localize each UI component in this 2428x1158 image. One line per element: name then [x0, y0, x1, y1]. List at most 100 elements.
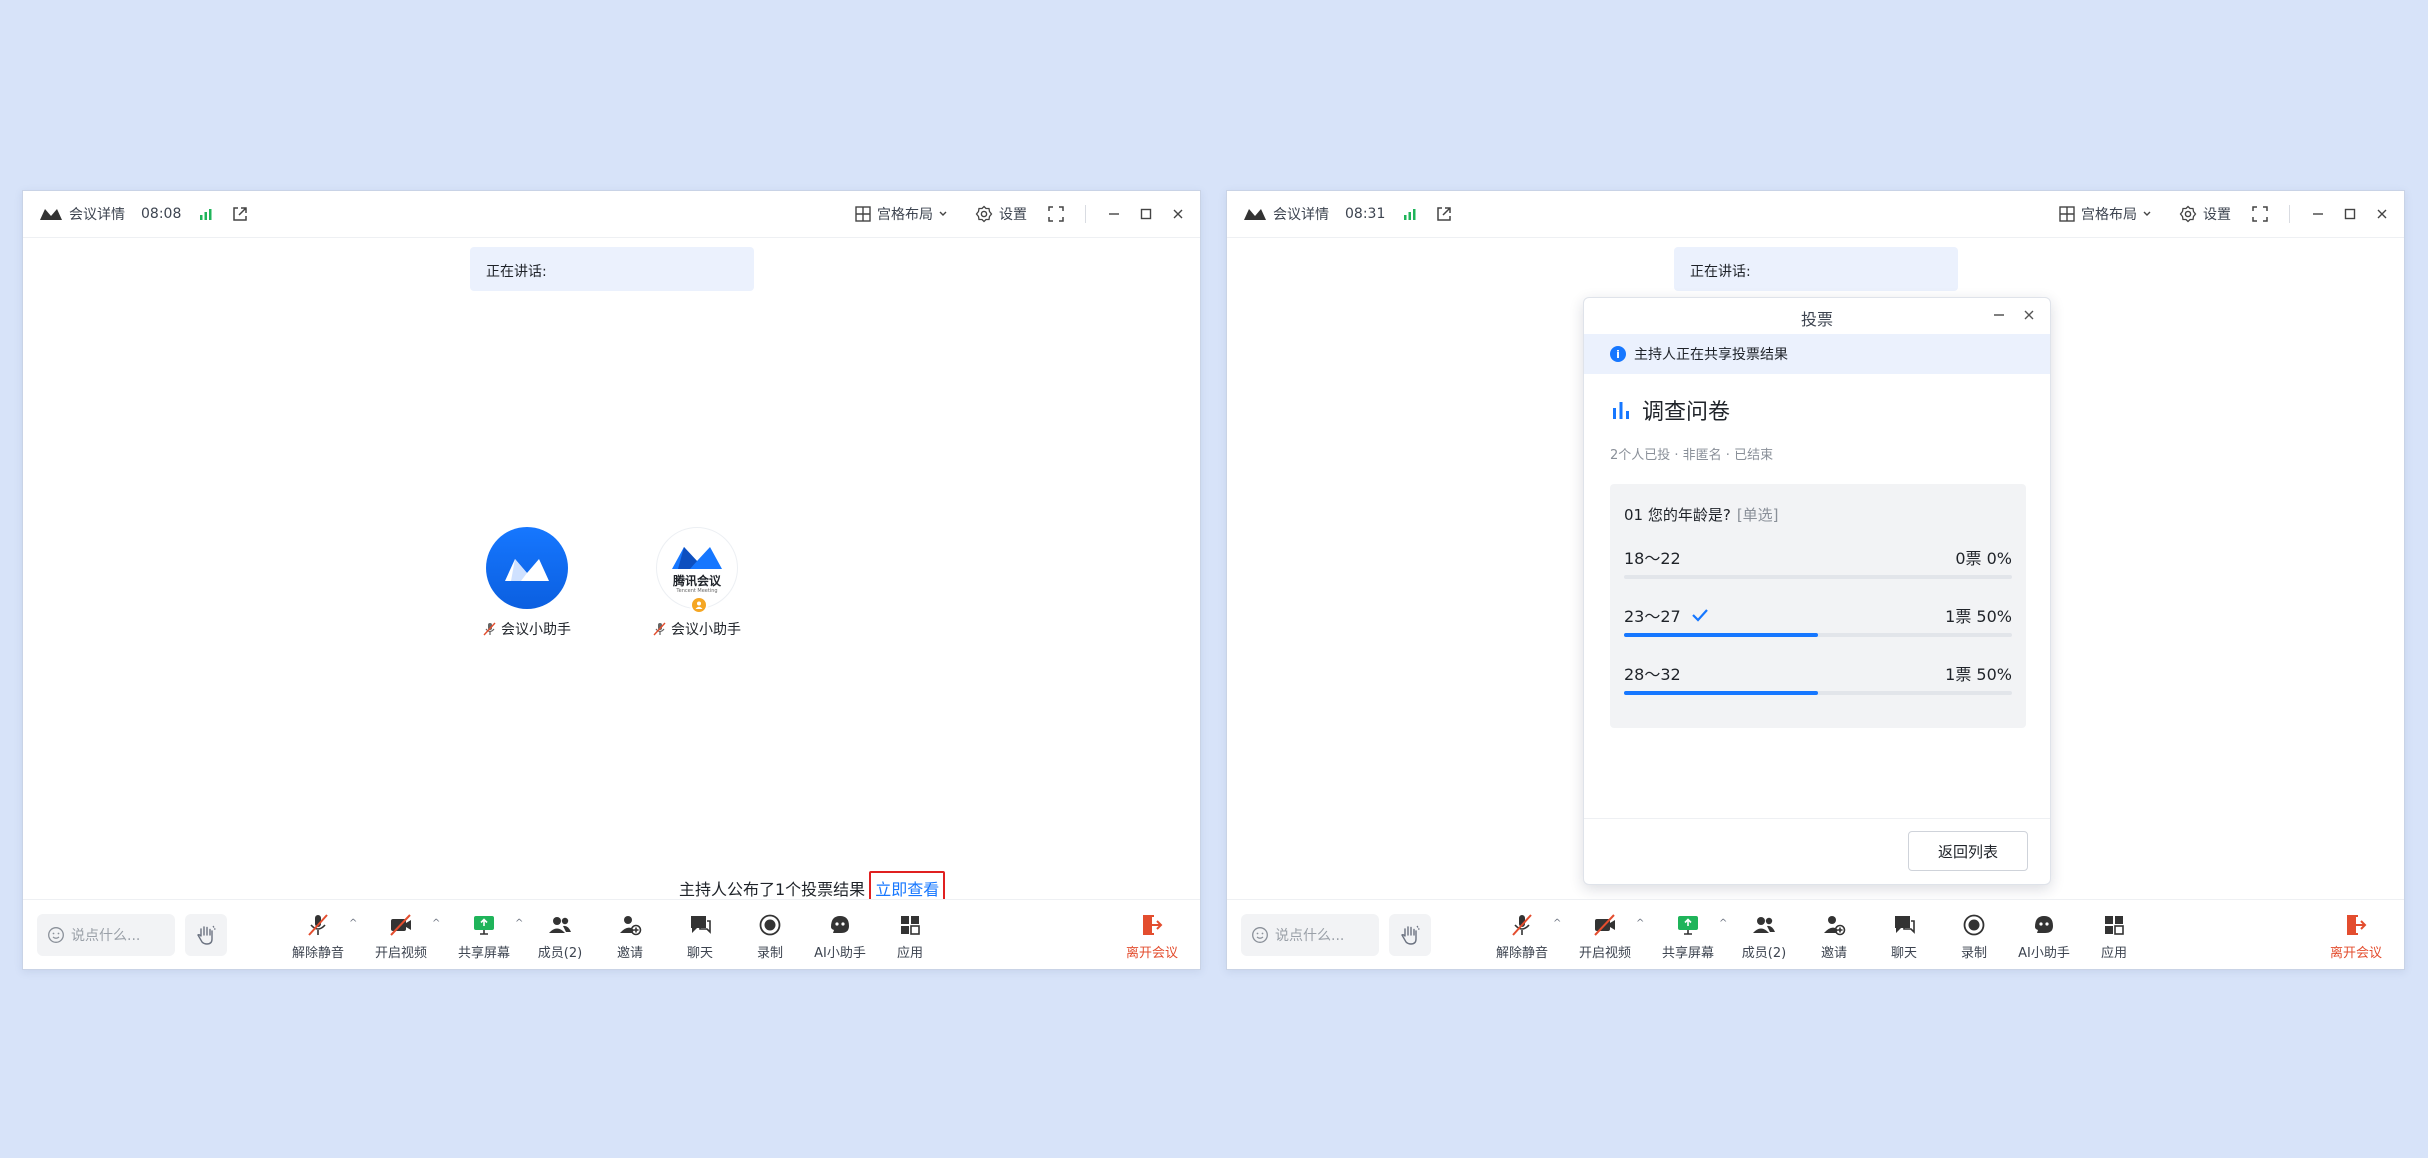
mic-muted-icon — [308, 914, 328, 936]
ai-assistant-icon — [831, 916, 849, 933]
chevron-up-icon[interactable]: ^ — [349, 918, 357, 929]
fullscreen-icon[interactable] — [2251, 205, 2269, 223]
close-icon[interactable] — [2020, 306, 2038, 324]
back-to-list-button[interactable]: 返回列表 — [1908, 831, 2028, 871]
sharing-notice: i 主持人正在共享投票结果 — [1584, 334, 2050, 374]
mic-muted-icon — [653, 622, 666, 636]
layout-button[interactable]: 宫格布局 — [855, 204, 955, 224]
maximize-button[interactable] — [1136, 204, 1156, 224]
fullscreen-icon[interactable] — [1047, 205, 1065, 223]
ai-assistant-button[interactable]: AI小助手 — [805, 912, 875, 961]
chevron-up-icon[interactable]: ^ — [432, 918, 440, 929]
layout-button[interactable]: 宫格布局 — [2059, 204, 2159, 224]
grid-layout-icon — [2059, 206, 2075, 222]
speaking-indicator: 正在讲话: — [470, 247, 754, 291]
share-screen-icon — [1678, 916, 1698, 935]
poll-footer: 返回列表 — [1584, 818, 2050, 884]
invite-icon — [1824, 916, 1846, 936]
settings-label: 设置 — [2203, 207, 2231, 223]
participant-tile[interactable]: 会议小助手 — [467, 527, 587, 640]
chat-button[interactable]: 聊天 — [665, 912, 735, 961]
members-button[interactable]: 成员(2) — [1729, 912, 1799, 961]
start-video-button[interactable]: 开启视频 — [366, 912, 436, 961]
close-button[interactable] — [1168, 204, 1188, 224]
unmute-button[interactable]: 解除静音 — [1487, 912, 1557, 961]
option-progress-fill — [1624, 691, 1818, 695]
check-icon — [1691, 609, 1708, 622]
video-off-icon — [1594, 914, 1615, 936]
leave-icon — [1143, 915, 1163, 935]
chat-input[interactable]: 说点什么... — [1241, 914, 1379, 956]
minimize-icon[interactable] — [1990, 306, 2008, 324]
record-button[interactable]: 录制 — [1939, 912, 2009, 961]
invite-button[interactable]: 邀请 — [1799, 912, 1869, 961]
minimize-button[interactable] — [2308, 204, 2328, 224]
raise-hand-button[interactable] — [185, 914, 227, 956]
external-link-icon[interactable] — [1435, 205, 1453, 223]
members-button[interactable]: 成员(2) — [525, 912, 595, 961]
leave-meeting-label: 离开会议 — [1125, 946, 1178, 961]
meeting-details-link[interactable]: 会议详情 — [1273, 204, 1329, 224]
emoji-icon — [1252, 927, 1268, 943]
apps-button[interactable]: 应用 — [875, 912, 945, 961]
bar-chart-icon — [1613, 402, 1629, 419]
chevron-down-icon — [2143, 211, 2151, 216]
ai-assistant-label: AI小助手 — [2018, 946, 2070, 961]
invite-label: 邀请 — [616, 946, 643, 961]
settings-button[interactable]: 设置 — [975, 204, 1027, 224]
share-screen-button[interactable]: 共享屏幕 — [1653, 912, 1723, 961]
settings-button[interactable]: 设置 — [2179, 204, 2231, 224]
chevron-up-icon[interactable]: ^ — [1719, 918, 1727, 929]
raise-hand-button[interactable] — [1389, 914, 1431, 956]
close-button[interactable] — [2372, 204, 2392, 224]
minimize-button[interactable] — [1104, 204, 1124, 224]
meeting-logo-icon — [1244, 209, 1266, 220]
notification-text: 主持人公布了1个投票结果 — [679, 880, 866, 899]
members-label: 成员(2) — [537, 946, 583, 961]
share-screen-button[interactable]: 共享屏幕 — [449, 912, 519, 961]
close-icon — [1173, 209, 1183, 219]
layout-label: 宫格布局 — [877, 207, 933, 223]
question-type: [单选] — [1736, 506, 1779, 524]
poll-header-title: 投票 — [1800, 310, 1833, 329]
apps-label: 应用 — [896, 946, 923, 961]
unmute-button[interactable]: 解除静音 — [283, 912, 353, 961]
ai-assistant-button[interactable]: AI小助手 — [2009, 912, 2079, 961]
settings-label: 设置 — [999, 207, 1027, 223]
poll-title-text: 调查问卷 — [1642, 400, 1731, 425]
chat-button[interactable]: 聊天 — [1869, 912, 1939, 961]
start-video-button[interactable]: 开启视频 — [1570, 912, 1640, 961]
hand-icon — [1401, 925, 1420, 945]
video-off-icon — [390, 914, 411, 936]
maximize-button[interactable] — [2340, 204, 2360, 224]
chat-input[interactable]: 说点什么... — [37, 914, 175, 956]
question-card: 01 您的年龄是? [单选] 18～22 0票 0% 23～27 1票 50% — [1610, 484, 2026, 728]
signal-icon[interactable] — [1401, 205, 1419, 223]
chevron-up-icon[interactable]: ^ — [1636, 918, 1644, 929]
poll-title: 调查问卷 — [1584, 374, 2050, 426]
leave-meeting-button[interactable]: 离开会议 — [2321, 912, 2391, 961]
option-label: 28～32 — [1624, 665, 1681, 684]
grid-layout-icon — [855, 206, 871, 222]
meeting-toolbar: 说点什么... 解除静音 ^ 开启视频 ^ 共享屏幕 ^ 成员(2) 邀请 聊天… — [1227, 899, 2404, 969]
meeting-logo-icon — [40, 209, 62, 220]
chevron-up-icon[interactable]: ^ — [1553, 918, 1561, 929]
apps-button[interactable]: 应用 — [2079, 912, 2149, 961]
option-progress-fill — [1624, 633, 1818, 637]
signal-icon[interactable] — [197, 205, 215, 223]
participant-tile[interactable]: 腾讯会议 Tencent Meeting 会议小助手 — [637, 527, 757, 640]
meeting-details-link[interactable]: 会议详情 — [69, 204, 125, 224]
record-button[interactable]: 录制 — [735, 912, 805, 961]
tencent-meeting-logo-icon — [672, 546, 722, 569]
chat-label: 聊天 — [1890, 946, 1917, 961]
close-icon — [2377, 209, 2387, 219]
poll-option: 28～32 1票 50% — [1624, 641, 2012, 699]
invite-button[interactable]: 邀请 — [595, 912, 665, 961]
minimize-icon — [1109, 213, 1119, 215]
option-result: 1票 50% — [1945, 607, 2012, 626]
external-link-icon[interactable] — [231, 205, 249, 223]
maximize-icon — [2344, 208, 2356, 220]
chat-placeholder: 说点什么... — [71, 928, 141, 944]
chevron-up-icon[interactable]: ^ — [515, 918, 523, 929]
leave-meeting-button[interactable]: 离开会议 — [1117, 912, 1187, 961]
